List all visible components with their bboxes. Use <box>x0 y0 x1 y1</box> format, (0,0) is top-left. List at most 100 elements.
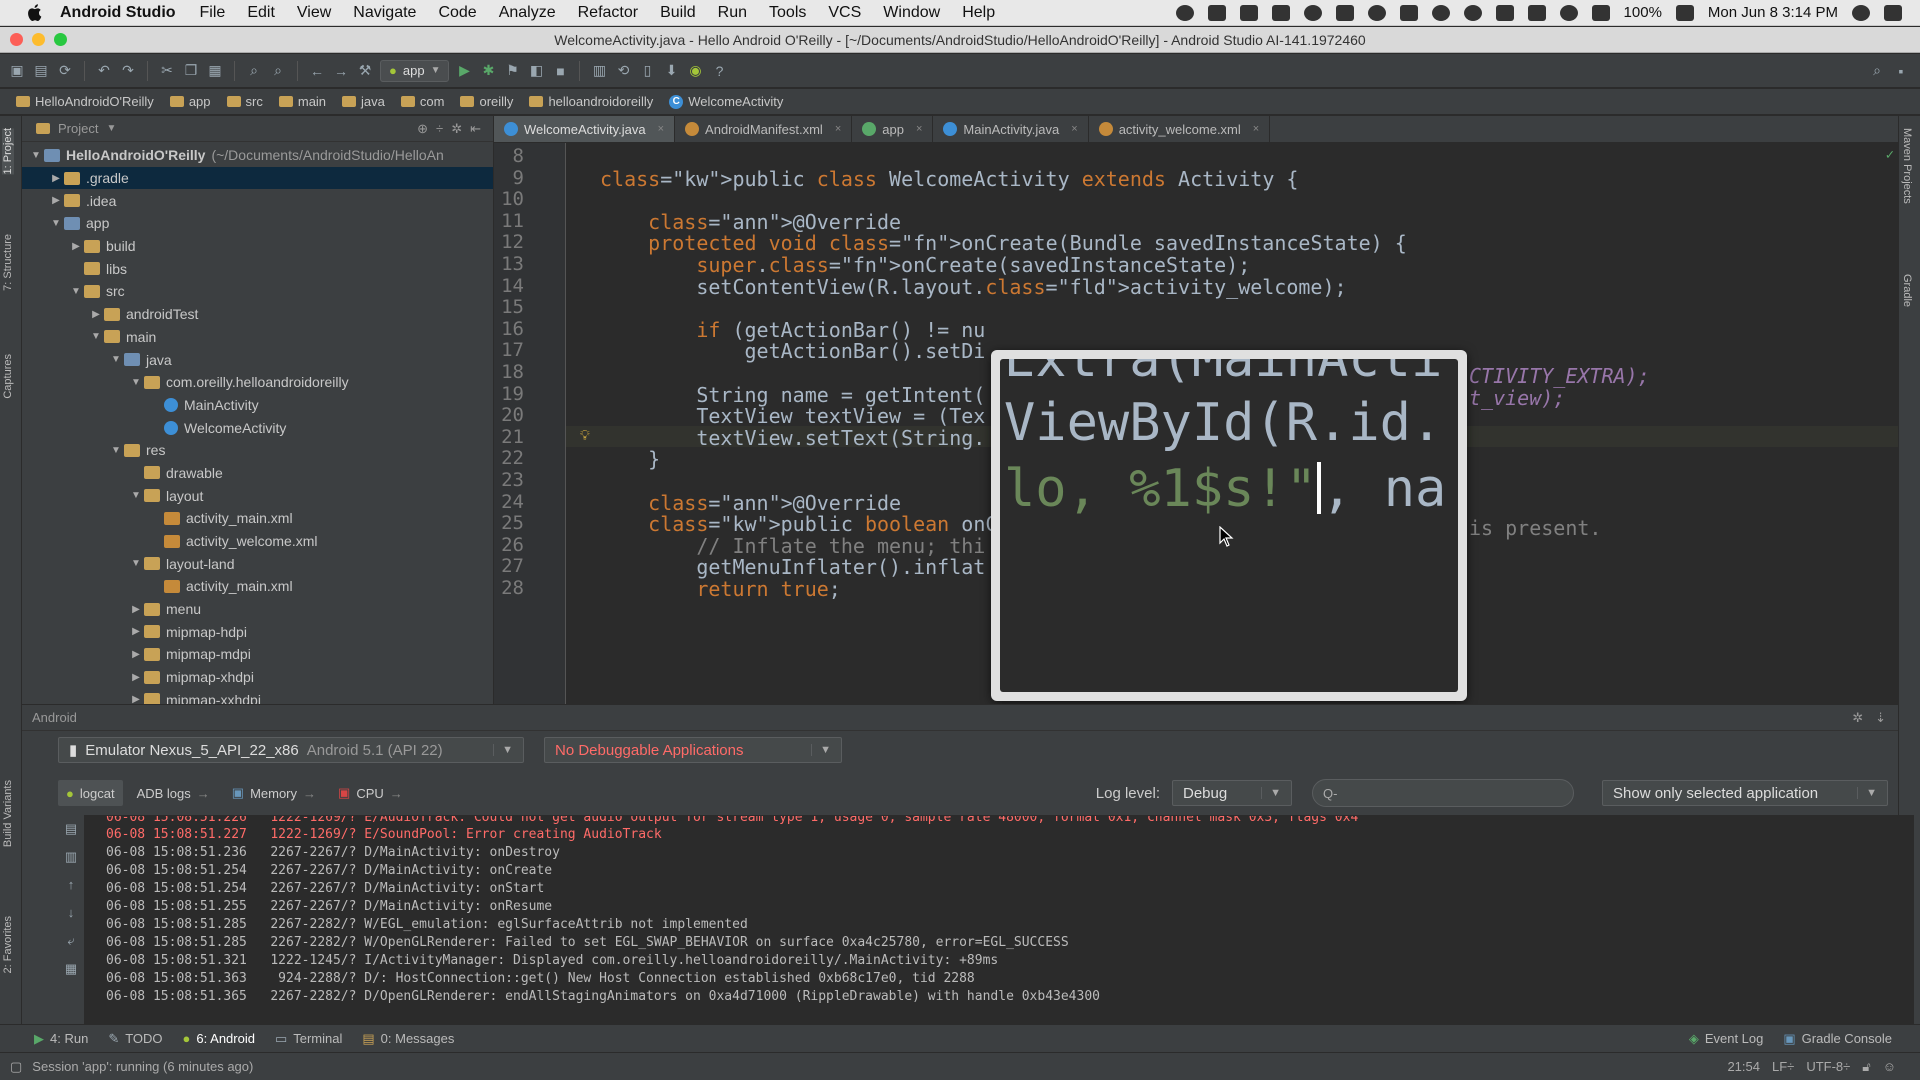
tool-tab-maven[interactable]: Maven Projects <box>1901 128 1913 204</box>
collapsed-arrow-icon[interactable]: ▶ <box>88 309 104 320</box>
find-icon[interactable]: ⌕ <box>245 62 263 80</box>
spotlight-search-icon[interactable] <box>1852 4 1870 21</box>
forward-icon[interactable]: → <box>332 62 350 80</box>
device-select[interactable]: ▮ Emulator Nexus_5_API_22_x86 Android 5.… <box>58 737 524 763</box>
tab-editor-file[interactable]: app × <box>852 116 934 142</box>
tree-item[interactable]: WelcomeActivity <box>22 416 493 439</box>
expanded-arrow-icon[interactable]: ▼ <box>108 354 124 365</box>
menu-window[interactable]: Window <box>883 4 940 22</box>
breadcrumb-class[interactable]: C WelcomeActivity <box>663 94 789 109</box>
up-arrow-icon[interactable]: ↑ <box>58 871 84 899</box>
expanded-arrow-icon[interactable]: ▼ <box>108 445 124 456</box>
headphones-icon[interactable] <box>1463 4 1482 21</box>
redo-icon[interactable]: ↷ <box>119 62 137 80</box>
tree-item[interactable]: ▶ .idea <box>22 189 493 212</box>
help-icon[interactable]: ? <box>710 62 728 80</box>
scroll-from-source-icon[interactable]: ⊕ <box>417 121 428 137</box>
soft-wrap-icon[interactable]: ⤶ <box>58 927 84 955</box>
battery-percent[interactable]: 100% <box>1624 4 1662 21</box>
make-project-icon[interactable]: ⚒ <box>356 62 374 80</box>
android-device-monitor-icon[interactable]: ◉ <box>686 62 704 80</box>
copy-icon[interactable]: ❐ <box>182 62 200 80</box>
breadcrumb-main[interactable]: main <box>273 94 332 109</box>
coverage-icon[interactable]: ◧ <box>527 62 545 80</box>
volume-icon[interactable] <box>1591 4 1610 21</box>
sdk-manager-icon[interactable]: ⬇ <box>662 62 680 80</box>
line-separator[interactable]: LF÷ <box>1772 1059 1794 1075</box>
breadcrumb-src[interactable]: src <box>221 94 269 109</box>
project-view-select[interactable]: Project <box>58 121 98 136</box>
menu-help[interactable]: Help <box>962 4 995 22</box>
sync-gradle-icon[interactable]: ⟲ <box>614 62 632 80</box>
expanded-arrow-icon[interactable]: ▼ <box>68 286 84 297</box>
tab-editor-file[interactable]: MainActivity.java × <box>933 116 1089 142</box>
tool-tab-structure[interactable]: 7: Structure <box>2 234 14 291</box>
tree-item[interactable]: ▼ layout <box>22 484 493 507</box>
open-folder-icon[interactable]: ▣ <box>8 62 26 80</box>
logcat-filter-select[interactable]: Show only selected application ▼ <box>1602 780 1888 806</box>
tree-item[interactable]: ▶ mipmap-mdpi <box>22 643 493 666</box>
tool-button-run[interactable]: ▶ 4: Run <box>34 1031 88 1047</box>
tree-item[interactable]: activity_welcome.xml <box>22 530 493 553</box>
tree-item[interactable]: MainActivity <box>22 394 493 417</box>
airplay-icon[interactable] <box>1495 4 1514 21</box>
down-arrow-icon[interactable]: ↓ <box>58 899 84 927</box>
tree-item[interactable]: ▶ mipmap-xxhdpi <box>22 689 493 704</box>
breadcrumb-oreilly[interactable]: oreilly <box>454 94 519 109</box>
clock-icon[interactable] <box>1367 4 1386 21</box>
tool-button-todo[interactable]: ✎ TODO <box>108 1031 162 1047</box>
search-everywhere-icon[interactable]: ⌕ <box>1868 62 1886 80</box>
undo-icon[interactable]: ↶ <box>95 62 113 80</box>
collapsed-arrow-icon[interactable]: ▶ <box>128 604 144 615</box>
bluetooth-icon[interactable] <box>1527 4 1546 21</box>
tool-button-event-log[interactable]: ◈ Event Log <box>1689 1031 1764 1047</box>
run-icon[interactable]: ▶ <box>455 62 473 80</box>
menu-code[interactable]: Code <box>438 4 476 22</box>
breadcrumb-app[interactable]: app <box>164 94 217 109</box>
tree-item[interactable]: drawable <box>22 462 493 485</box>
clear-logcat-icon[interactable]: ▤ <box>58 815 84 843</box>
tree-item[interactable]: activity_main.xml <box>22 575 493 598</box>
expanded-arrow-icon[interactable]: ▼ <box>128 377 144 388</box>
sync-icon[interactable]: ⟳ <box>56 62 74 80</box>
collapsed-arrow-icon[interactable]: ▶ <box>48 195 64 206</box>
tree-item[interactable]: ▼ HelloAndroidO'Reilly (~/Documents/Androi… <box>22 144 493 167</box>
tree-item[interactable]: ▶ mipmap-hdpi <box>22 620 493 643</box>
close-tab-icon[interactable]: × <box>658 123 664 135</box>
tree-item[interactable]: ▶ mipmap-xhdpi <box>22 666 493 689</box>
stop-icon[interactable]: ■ <box>551 62 569 80</box>
paste-icon[interactable]: ▦ <box>206 62 224 80</box>
tree-item[interactable]: ▼ layout-land <box>22 552 493 575</box>
breadcrumb-com[interactable]: com <box>395 94 451 109</box>
tree-item[interactable]: ▼ res <box>22 439 493 462</box>
lock-icon[interactable] <box>1271 4 1290 21</box>
chevron-down-icon[interactable]: ▼ <box>106 123 116 134</box>
tree-item[interactable]: ▶ .gradle <box>22 166 493 190</box>
menu-file[interactable]: File <box>200 4 226 22</box>
debug-icon[interactable]: ✱ <box>479 62 497 80</box>
run-configuration-select[interactable]: ● app ▼ <box>380 59 450 82</box>
settings-icon[interactable]: ▪ <box>1892 62 1910 80</box>
tool-tab-captures[interactable]: Captures <box>2 354 14 399</box>
close-tab-icon[interactable]: × <box>835 123 841 135</box>
notification-center-icon[interactable] <box>1884 4 1902 21</box>
collapsed-arrow-icon[interactable]: ▶ <box>48 173 64 184</box>
evernote-icon[interactable] <box>1239 4 1258 21</box>
expanded-arrow-icon[interactable]: ▼ <box>88 331 104 342</box>
tree-item[interactable]: ▼ main <box>22 326 493 349</box>
tree-item[interactable]: ▶ androidTest <box>22 303 493 326</box>
wifi-icon[interactable] <box>1559 4 1578 21</box>
tool-button-gradle-console[interactable]: ▣ Gradle Console <box>1783 1031 1892 1047</box>
notification-bell-icon[interactable] <box>1207 4 1226 21</box>
caret-position[interactable]: 21:54 <box>1727 1059 1760 1075</box>
menu-navigate[interactable]: Navigate <box>353 4 416 22</box>
expanded-arrow-icon[interactable]: ▼ <box>128 558 144 569</box>
screens-icon[interactable] <box>1399 4 1418 21</box>
collapsed-arrow-icon[interactable]: ▶ <box>128 694 144 704</box>
gear-icon[interactable]: ✲ <box>451 121 462 137</box>
tool-tab-project[interactable]: 1: Project <box>2 128 14 175</box>
attach-debugger-icon[interactable]: ⚑ <box>503 62 521 80</box>
project-structure-icon[interactable]: ▥ <box>590 62 608 80</box>
expanded-arrow-icon[interactable]: ▼ <box>128 490 144 501</box>
app-name-menu[interactable]: Android Studio <box>60 4 176 22</box>
